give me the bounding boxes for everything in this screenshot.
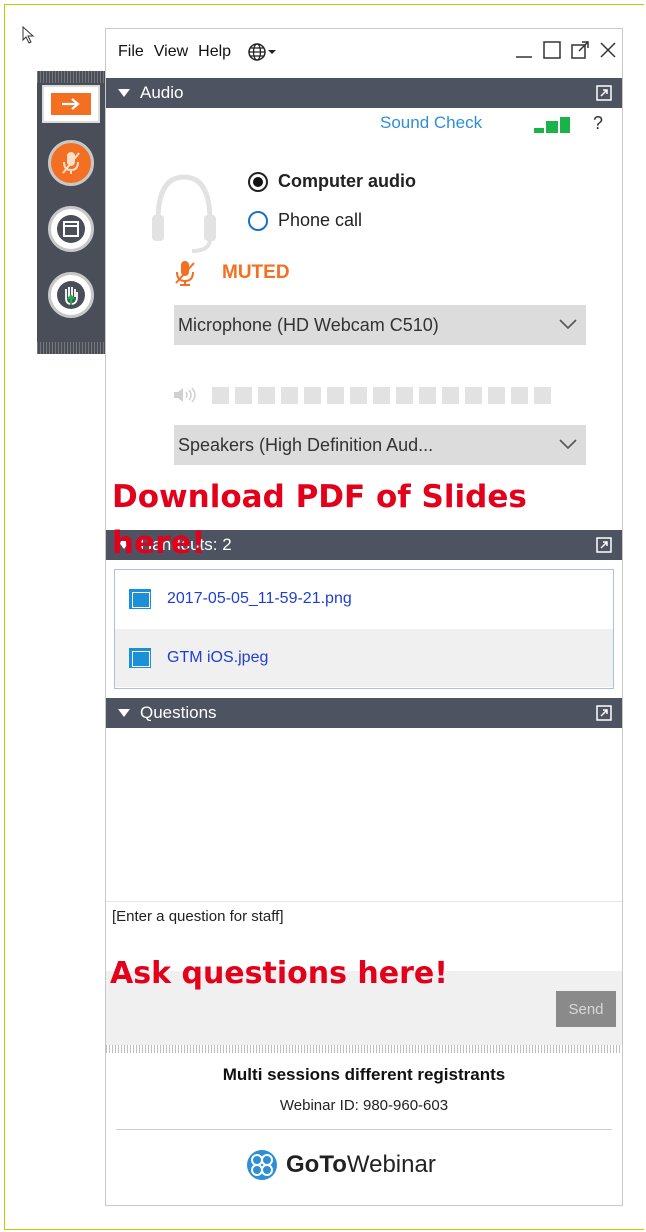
control-panel: File View Help Audio Sound Check ? Compu…	[105, 28, 623, 1206]
question-input-prompt: [Enter a question for staff]	[112, 908, 284, 925]
brand-goto: GoTo	[286, 1151, 347, 1178]
globe-icon	[248, 43, 266, 61]
questions-section-title: Questions	[140, 703, 217, 722]
chevron-down-icon	[559, 319, 577, 330]
questions-log[interactable]	[106, 729, 622, 901]
handout-item[interactable]: GTM iOS.jpeg	[115, 629, 613, 687]
audio-section-header[interactable]: Audio	[106, 78, 622, 108]
microphone-muted-icon	[175, 261, 195, 286]
resize-grip[interactable]	[106, 1045, 622, 1053]
control-panel-tab[interactable]	[37, 71, 105, 354]
signal-strength-icon	[534, 117, 570, 133]
menu-file[interactable]: File	[118, 43, 144, 61]
expand-section-icon[interactable]	[596, 537, 612, 553]
session-footer: Multi sessions different registrants Web…	[106, 1053, 622, 1205]
mute-status: MUTED	[174, 259, 290, 287]
mouse-cursor-icon	[22, 26, 35, 44]
expand-section-icon[interactable]	[596, 85, 612, 101]
grab-handle-bottom[interactable]	[37, 342, 105, 354]
popout-button[interactable]	[568, 37, 592, 63]
microphone-select[interactable]: Microphone (HD Webcam C510)	[174, 305, 586, 345]
muted-label: MUTED	[222, 262, 290, 283]
menu-view[interactable]: View	[154, 43, 188, 61]
gotowebinar-logo: GoTo Webinar	[246, 1149, 436, 1181]
computer-audio-label: Computer audio	[278, 171, 416, 191]
window-icon	[57, 215, 85, 243]
minimize-button[interactable]	[512, 37, 536, 63]
level-blocks	[212, 386, 551, 404]
computer-audio-option[interactable]: Computer audio	[248, 171, 416, 192]
speakers-select-value: Speakers (High Definition Aud...	[178, 434, 434, 455]
audio-help-button[interactable]: ?	[593, 113, 603, 134]
session-name: Multi sessions different registrants	[222, 1065, 506, 1084]
phone-call-option[interactable]: Phone call	[248, 210, 362, 231]
headset-icon	[152, 174, 216, 253]
footer-divider	[116, 1129, 612, 1130]
arrow-right-icon	[62, 98, 80, 110]
webinar-id: Webinar ID: 980-960-603	[279, 1097, 449, 1114]
image-file-icon	[129, 589, 151, 609]
collapse-panel-button[interactable]	[42, 85, 100, 123]
brand-webinar: Webinar	[346, 1151, 436, 1178]
maximize-icon	[543, 41, 561, 59]
handout-file-name: GTM iOS.jpeg	[167, 649, 269, 666]
phone-call-label: Phone call	[278, 210, 363, 230]
handout-item[interactable]: 2017-05-05_11-59-21.png	[115, 570, 613, 628]
radio-unselected[interactable]	[248, 210, 268, 231]
expand-section-icon[interactable]	[596, 705, 612, 721]
send-button[interactable]: Send	[556, 991, 616, 1027]
ask-questions-annotation: Ask questions here!	[110, 956, 448, 991]
screen-view-button[interactable]	[48, 206, 94, 252]
handouts-list: 2017-05-05_11-59-21.png GTM iOS.jpeg	[114, 569, 614, 689]
caret-down-icon	[268, 50, 277, 54]
speaker-volume-icon	[174, 387, 196, 403]
image-file-icon	[129, 648, 151, 668]
speakers-select[interactable]: Speakers (High Definition Aud...	[174, 425, 586, 465]
close-icon	[600, 42, 616, 58]
gotowebinar-logo-icon	[247, 1150, 277, 1180]
sound-check-link[interactable]: Sound Check	[380, 113, 482, 133]
chevron-down-icon	[559, 439, 577, 450]
maximize-button[interactable]	[540, 37, 564, 63]
grab-handle-top[interactable]	[37, 71, 105, 83]
collapse-triangle-icon	[118, 709, 130, 717]
language-menu[interactable]	[247, 42, 277, 62]
radio-selected[interactable]	[248, 171, 268, 192]
raise-hand-icon	[57, 281, 85, 309]
questions-section-header[interactable]: Questions	[106, 698, 622, 728]
close-button[interactable]	[596, 37, 620, 63]
audio-section-title: Audio	[140, 83, 184, 102]
minimize-icon	[516, 56, 532, 58]
collapse-triangle-icon	[118, 89, 130, 97]
menu-help[interactable]: Help	[198, 43, 231, 61]
speaker-level-meter	[172, 385, 551, 405]
download-slides-annotation: Download PDF of Slides here!	[112, 479, 527, 561]
microphone-muted-icon	[62, 152, 80, 174]
window-controls	[512, 37, 620, 63]
mute-toggle-button[interactable]	[48, 140, 94, 186]
handout-file-name: 2017-05-05_11-59-21.png	[167, 590, 352, 607]
microphone-select-value: Microphone (HD Webcam C510)	[178, 314, 439, 335]
popout-icon	[571, 41, 589, 59]
raise-hand-button[interactable]	[48, 272, 94, 318]
